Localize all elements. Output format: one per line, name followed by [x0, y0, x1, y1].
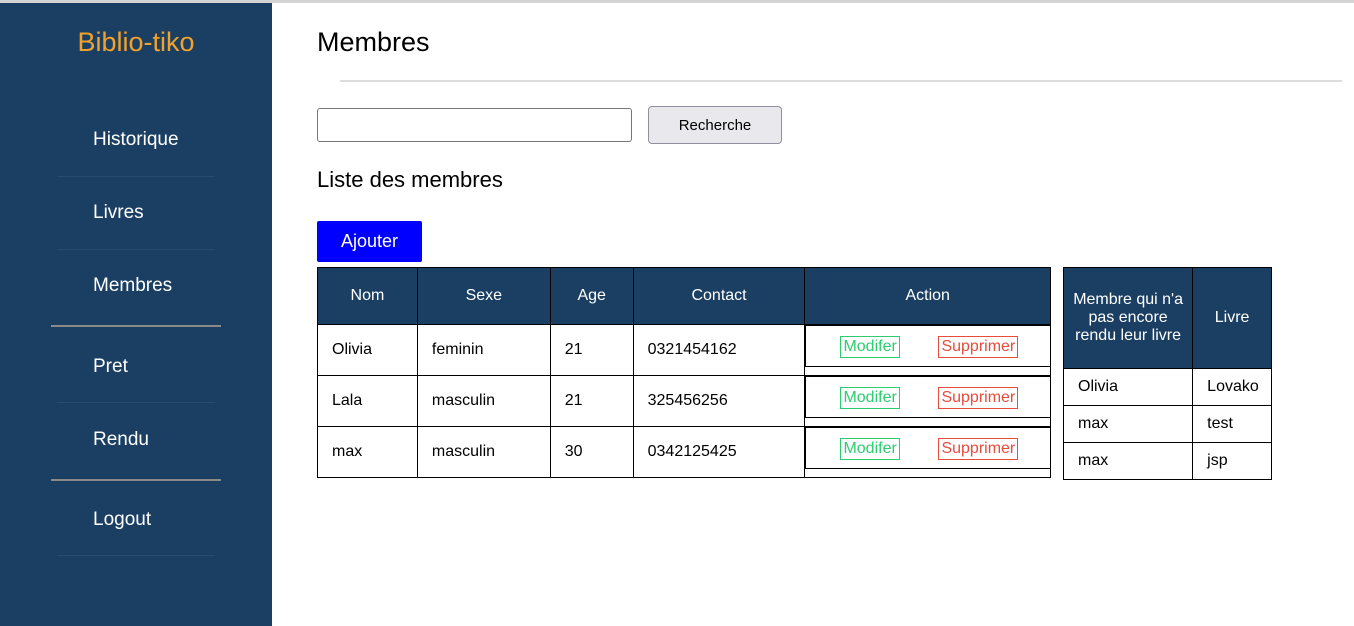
- cell-membre: Olivia: [1062, 368, 1194, 406]
- cell-sexe: masculin: [416, 375, 551, 427]
- modify-button[interactable]: Modifer: [840, 386, 900, 409]
- cell-nom: max: [317, 426, 418, 478]
- cell-contact: 325456256: [632, 375, 806, 427]
- sidebar-group-divider: [51, 479, 221, 481]
- cell-livre: Lovako: [1192, 368, 1272, 406]
- cell-action: Modifer Supprimer: [804, 324, 1051, 376]
- page-title: Membres: [317, 27, 430, 57]
- sidebar-divider: [57, 402, 215, 403]
- action-group: Modifer Supprimer: [805, 325, 1051, 367]
- table-row: max test: [1062, 405, 1272, 443]
- cell-contact: 0321454162: [632, 324, 806, 376]
- table-header-row: Nom Sexe Age Contact Action: [317, 267, 1051, 325]
- column-header-action: Action: [804, 267, 1051, 325]
- cell-sexe: feminin: [416, 324, 551, 376]
- cell-age: 30: [549, 426, 634, 478]
- cell-livre: test: [1192, 405, 1272, 443]
- cell-nom: Lala: [317, 375, 418, 427]
- sidebar-item-membres[interactable]: Membres: [93, 275, 172, 297]
- table-header-row: Membre qui n'a pas encore rendu leur liv…: [1062, 267, 1272, 369]
- sidebar: Biblio-tiko Historique Livres Membres Pr…: [0, 3, 272, 626]
- modify-button[interactable]: Modifer: [840, 437, 900, 460]
- action-group: Modifer Supprimer: [805, 426, 1051, 469]
- sidebar-group-divider: [51, 325, 221, 327]
- cell-membre: max: [1062, 442, 1194, 480]
- column-header-age: Age: [549, 267, 634, 325]
- cell-action: Modifer Supprimer: [804, 426, 1051, 478]
- column-header-membre: Membre qui n'a pas encore rendu leur liv…: [1062, 267, 1194, 369]
- cell-action: Modifer Supprimer: [804, 375, 1051, 427]
- search-input[interactable]: [317, 108, 632, 142]
- sidebar-item-historique[interactable]: Historique: [93, 129, 179, 151]
- table-row: Olivia feminin 21 0321454162 Modifer Sup…: [317, 324, 1051, 376]
- search-button[interactable]: Recherche: [648, 106, 782, 144]
- sidebar-divider: [57, 555, 215, 556]
- table-row: max jsp: [1062, 442, 1272, 480]
- column-header-livre: Livre: [1192, 267, 1272, 369]
- cell-membre: max: [1062, 405, 1194, 443]
- column-header-nom: Nom: [317, 267, 418, 325]
- cell-contact: 0342125425: [632, 426, 806, 478]
- delete-button[interactable]: Supprimer: [938, 386, 1019, 409]
- cell-livre: jsp: [1192, 442, 1272, 480]
- sidebar-item-livres[interactable]: Livres: [93, 202, 144, 224]
- sidebar-divider: [57, 249, 215, 250]
- title-divider: [340, 80, 1342, 82]
- sidebar-item-logout[interactable]: Logout: [93, 509, 151, 531]
- sidebar-item-pret[interactable]: Pret: [93, 356, 128, 378]
- delete-button[interactable]: Supprimer: [938, 437, 1019, 460]
- pending-returns-table: Membre qui n'a pas encore rendu leur liv…: [1062, 267, 1272, 480]
- sidebar-item-rendu[interactable]: Rendu: [93, 429, 149, 451]
- add-member-button[interactable]: Ajouter: [317, 221, 422, 262]
- cell-sexe: masculin: [416, 426, 551, 478]
- cell-age: 21: [549, 375, 634, 427]
- cell-nom: Olivia: [317, 324, 418, 376]
- members-table: Nom Sexe Age Contact Action Olivia femin…: [317, 267, 1051, 478]
- table-row: max masculin 30 0342125425 Modifer Suppr…: [317, 426, 1051, 478]
- brand-logo-text: Biblio-tiko: [77, 27, 195, 57]
- delete-button[interactable]: Supprimer: [938, 336, 1019, 358]
- table-row: Lala masculin 21 325456256 Modifer Suppr…: [317, 375, 1051, 427]
- modify-button[interactable]: Modifer: [840, 336, 900, 358]
- column-header-contact: Contact: [632, 267, 806, 325]
- table-row: Olivia Lovako: [1062, 368, 1272, 406]
- action-group: Modifer Supprimer: [805, 375, 1051, 418]
- section-title: Liste des membres: [317, 167, 503, 192]
- sidebar-divider: [57, 176, 215, 177]
- cell-age: 21: [549, 324, 634, 376]
- column-header-sexe: Sexe: [416, 267, 551, 325]
